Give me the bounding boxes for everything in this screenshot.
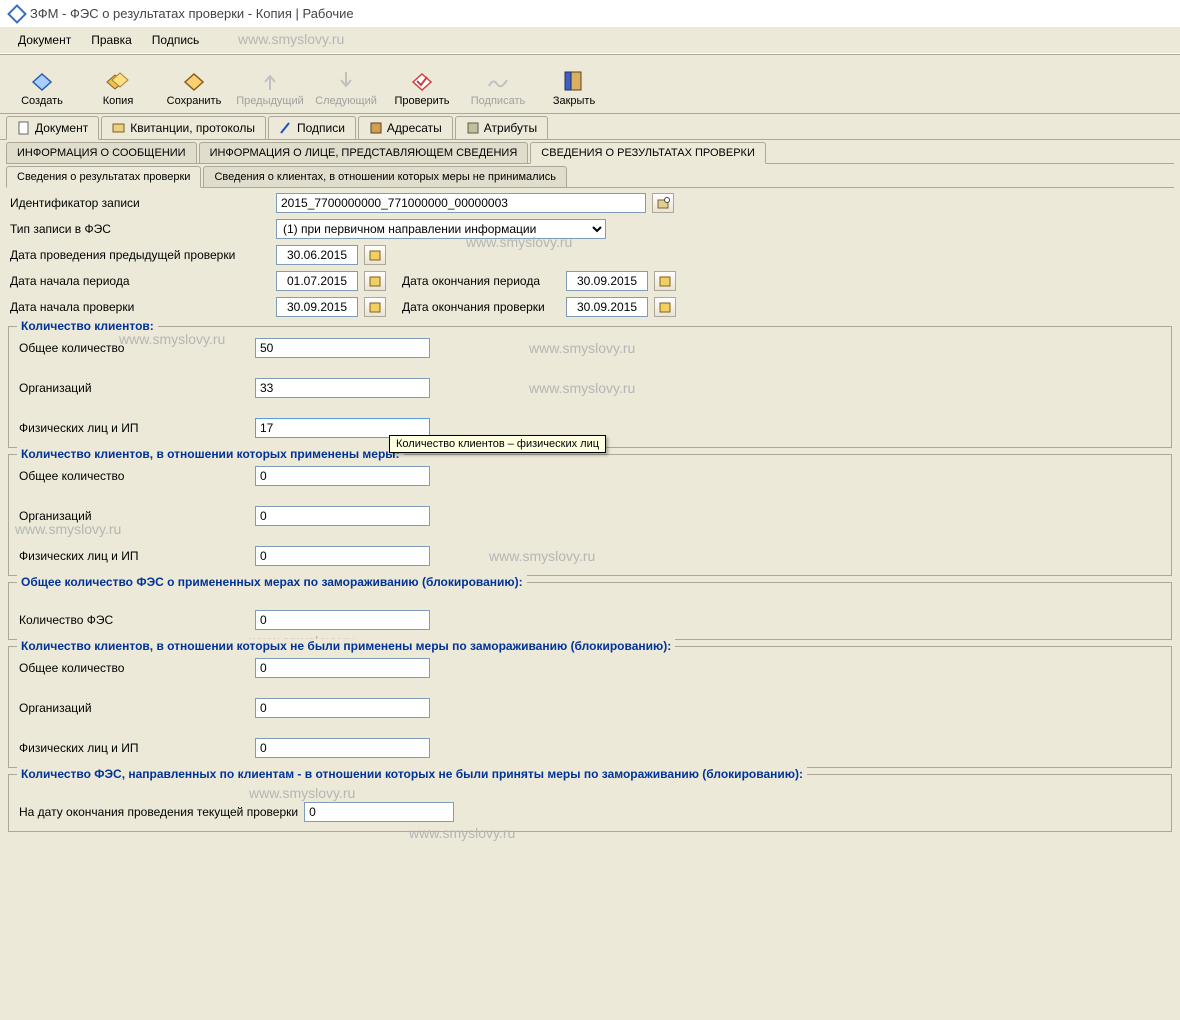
attributes-icon [466,121,480,135]
menu-bar: Документ Правка Подпись www.smyslovy.ru [0,27,1180,54]
pen-icon [279,121,293,135]
subtab-clients-no-measures[interactable]: Сведения о клиентах, в отношении которых… [203,166,567,187]
create-button[interactable]: Создать [6,59,78,109]
label-phys: Физических лиц и ИП [19,421,249,435]
next-button: Следующий [310,59,382,109]
label-prev-check-date: Дата проведения предыдущей проверки [10,248,270,262]
group-clients-measures: Количество клиентов, в отношении которых… [8,454,1172,576]
group-clients-no-measures: Количество клиентов, в отношении которых… [8,646,1172,768]
label-check-start: Дата начала проверки [10,300,270,314]
row-check: Дата начала проверки Дата окончания пров… [6,294,1174,320]
label-phys: Физических лиц и ИП [19,549,249,563]
calendar-button[interactable] [364,297,386,317]
tab-document[interactable]: Документ [6,116,99,140]
check-button[interactable]: Проверить [386,59,458,109]
input-check-end[interactable] [566,297,648,317]
calendar-button[interactable] [364,245,386,265]
label-record-type: Тип записи в ФЭС [10,222,270,236]
input-total[interactable] [255,338,430,358]
label-period-start: Дата начала периода [10,274,270,288]
watermark: www.smyslovy.ru [489,548,595,564]
document-icon [17,121,31,135]
row-record-type: Тип записи в ФЭС (1) при первичном напра… [6,216,1174,242]
tab-receipts[interactable]: Квитанции, протоколы [101,116,266,139]
close-button[interactable]: Закрыть [538,59,610,109]
label-record-id: Идентификатор записи [10,196,270,210]
input-phys[interactable] [255,738,430,758]
calendar-button[interactable] [654,271,676,291]
subtab-info-message[interactable]: ИНФОРМАЦИЯ О СООБЩЕНИИ [6,142,197,163]
group-title: Количество клиентов, в отношении которых… [17,447,404,461]
save-button[interactable]: Сохранить [158,59,230,109]
label-org: Организаций [19,509,249,523]
input-org[interactable] [255,506,430,526]
label-total: Общее количество [19,341,249,355]
calendar-button[interactable] [654,297,676,317]
tab-attributes[interactable]: Атрибуты [455,116,548,139]
watermark: www.smyslovy.ru [409,825,515,841]
main-tabs: Документ Квитанции, протоколы Подписи Ад… [0,114,1180,140]
label-total: Общее количество [19,661,249,675]
group-title: Количество клиентов: [17,319,158,333]
menu-edit[interactable]: Правка [83,31,140,49]
subtab-results[interactable]: СВЕДЕНИЯ О РЕЗУЛЬТАТАХ ПРОВЕРКИ [530,142,766,164]
sign-button: Подписать [462,59,534,109]
input-prev-check-date[interactable] [276,245,358,265]
prev-button: Предыдущий [234,59,306,109]
toolbar: Создать Копия Сохранить Предыдущий Следу… [0,54,1180,114]
menu-sign[interactable]: Подпись [144,31,208,49]
select-record-type[interactable]: (1) при первичном направлении информации [276,219,606,239]
window-title: ЗФМ - ФЭС о результатах проверки - Копия… [30,6,354,21]
label-org: Организаций [19,381,249,395]
menu-document[interactable]: Документ [10,31,79,49]
section-tabs: ИНФОРМАЦИЯ О СООБЩЕНИИ ИНФОРМАЦИЯ О ЛИЦЕ… [6,142,1174,164]
label-phys: Физических лиц и ИП [19,741,249,755]
watermark: www.smyslovy.ru [529,380,635,396]
label-org: Организаций [19,701,249,715]
label-date-end: На дату окончания проведения текущей про… [19,805,298,819]
label-check-end: Дата окончания проверки [402,300,560,314]
copy-button[interactable]: Копия [82,59,154,109]
group-title: Общее количество ФЭС о примененных мерах… [17,575,527,589]
row-prev-check-date: Дата проведения предыдущей проверки [6,242,1174,268]
group-fes-total: Общее количество ФЭС о примененных мерах… [8,582,1172,640]
row-period: Дата начала периода Дата окончания перио… [6,268,1174,294]
row-record-id: Идентификатор записи [6,190,1174,216]
group-clients-count: Количество клиентов: www.smyslovy.ru Общ… [8,326,1172,448]
content: ИНФОРМАЦИЯ О СООБЩЕНИИ ИНФОРМАЦИЯ О ЛИЦЕ… [0,140,1180,840]
label-fes-count: Количество ФЭС [19,613,249,627]
input-period-start[interactable] [276,271,358,291]
watermark: www.smyslovy.ru [529,340,635,356]
tab-addressees[interactable]: Адресаты [358,116,453,139]
subtab-check-results[interactable]: Сведения о результатах проверки [6,166,201,188]
input-period-end[interactable] [566,271,648,291]
book-icon [369,121,383,135]
label-period-end: Дата окончания периода [402,274,560,288]
input-total[interactable] [255,658,430,678]
watermark: www.smyslovy.ru [230,29,352,49]
label-total: Общее количество [19,469,249,483]
calendar-button[interactable] [364,271,386,291]
input-org[interactable] [255,378,430,398]
subtab-info-person[interactable]: ИНФОРМАЦИЯ О ЛИЦЕ, ПРЕДСТАВЛЯЮЩЕМ СВЕДЕН… [199,142,529,163]
title-bar: ЗФМ - ФЭС о результатах проверки - Копия… [0,0,1180,27]
input-phys[interactable] [255,546,430,566]
input-check-start[interactable] [276,297,358,317]
group-title: Количество клиентов, в отношении которых… [17,639,675,653]
input-fes-count[interactable] [255,610,430,630]
results-subtabs: Сведения о результатах проверки Сведения… [6,166,1174,188]
receipts-icon [112,121,126,135]
group-title: Количество ФЭС, направленных по клиентам… [17,767,807,781]
input-total[interactable] [255,466,430,486]
input-record-id[interactable] [276,193,646,213]
app-icon [7,4,27,24]
input-date-end[interactable] [304,802,454,822]
input-org[interactable] [255,698,430,718]
tab-signs[interactable]: Подписи [268,116,356,139]
tooltip: Количество клиентов – физических лиц [389,435,606,453]
group-fes-sent: Количество ФЭС, направленных по клиентам… [8,774,1172,832]
lookup-button[interactable] [652,193,674,213]
